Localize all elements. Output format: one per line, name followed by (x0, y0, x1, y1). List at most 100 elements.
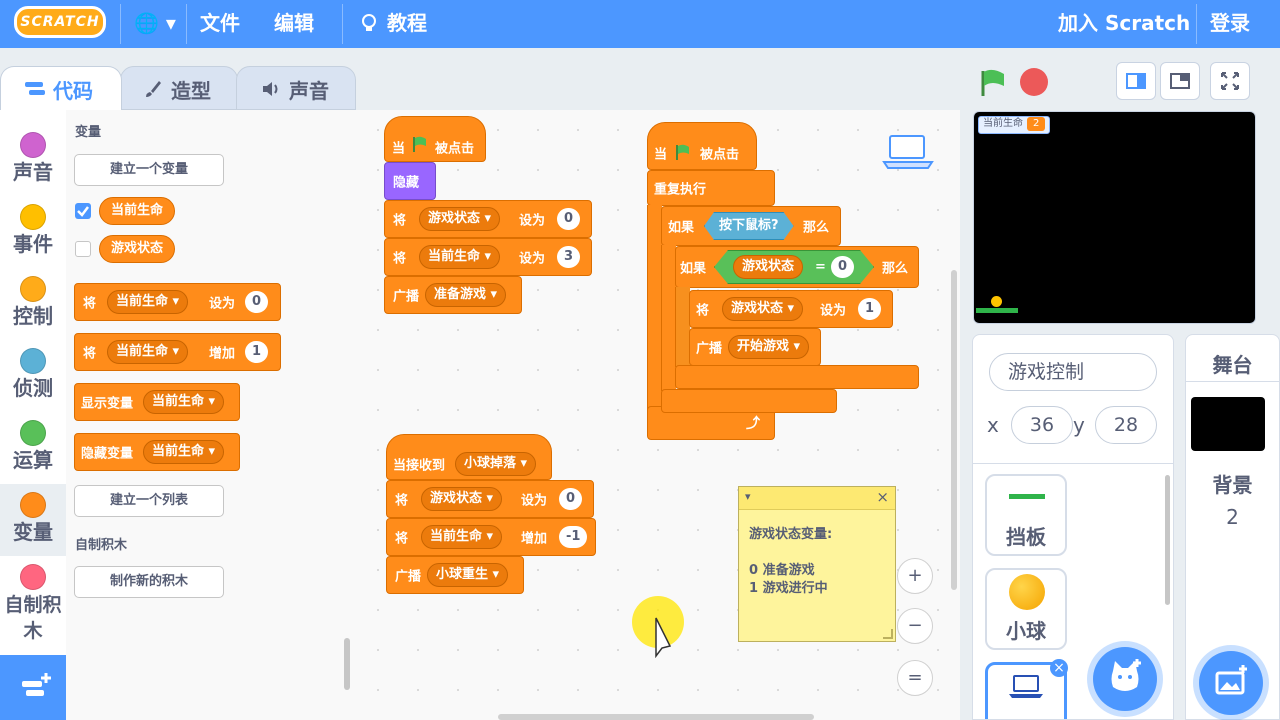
tab-sounds[interactable]: 声音 (236, 66, 356, 110)
small-stage-button[interactable] (1116, 62, 1156, 100)
sign-in-button[interactable]: 登录 (1210, 0, 1250, 48)
category-control[interactable]: 控制 (0, 276, 66, 328)
value-input[interactable]: -1 (559, 526, 588, 548)
sprite-tile-ball[interactable]: 小球 (985, 568, 1067, 650)
value-input[interactable]: 1 (245, 341, 269, 363)
stage-canvas[interactable]: 当前生命 2 (973, 111, 1256, 324)
set-variable-block[interactable]: 将 当前生命 ▾ 设为 0 (74, 283, 281, 321)
choose-backdrop-button[interactable] (1199, 651, 1263, 715)
game-state-reporter[interactable]: 游戏状态 (99, 235, 175, 263)
if-state-equals-block[interactable]: 如果 游戏状态 = 0 那么 (675, 246, 919, 288)
fullscreen-button[interactable] (1210, 62, 1250, 100)
lives-monitor-checkbox[interactable] (75, 203, 91, 219)
sprite-list-scrollbar[interactable] (1165, 475, 1170, 605)
state-monitor-checkbox[interactable] (75, 241, 91, 257)
make-block-button[interactable]: 制作新的积木 (74, 566, 224, 598)
edit-menu[interactable]: 编辑 (274, 0, 314, 48)
set-lives-block[interactable]: 将 当前生命 ▾ 设为 3 (384, 238, 592, 276)
zoom-in-button[interactable]: + (897, 558, 933, 594)
sprite-tile-paddle[interactable]: 挡板 (985, 474, 1067, 556)
tab-code[interactable]: 代码 (0, 66, 122, 110)
category-sound[interactable]: 声音 (0, 132, 66, 184)
change-variable-block[interactable]: 将 当前生命 ▾ 增加 1 (74, 333, 281, 371)
variable-dropdown[interactable]: 当前生命 ▾ (143, 440, 225, 464)
close-icon[interactable]: × (876, 488, 889, 506)
sprite-name-input[interactable]: 游戏控制 (989, 353, 1157, 391)
sprite-tile-game-control[interactable]: × 游戏 (985, 659, 1068, 719)
category-events[interactable]: 事件 (0, 204, 66, 256)
large-stage-button[interactable] (1160, 62, 1200, 100)
ball-sprite[interactable] (991, 296, 1002, 307)
green-flag-icon[interactable] (978, 68, 1008, 98)
category-sensing[interactable]: 侦测 (0, 348, 66, 400)
y-position-input[interactable]: 28 (1095, 406, 1157, 444)
lives-reporter[interactable]: 当前生命 (99, 197, 175, 225)
variable-dropdown[interactable]: 游戏状态 ▾ (419, 207, 501, 231)
if-mouse-down-block[interactable]: 如果 按下鼠标? 那么 (661, 206, 841, 246)
value-input[interactable]: 0 (245, 291, 269, 313)
extensions-button[interactable] (0, 655, 75, 720)
message-dropdown[interactable]: 开始游戏 ▾ (728, 335, 810, 359)
make-variable-button[interactable]: 建立一个变量 (74, 154, 224, 186)
when-flag-clicked-hat[interactable]: 当 被点击 (384, 116, 486, 162)
value-input[interactable]: 0 (559, 488, 583, 510)
variable-dropdown[interactable]: 当前生命 ▾ (107, 340, 189, 364)
equals-operator[interactable]: 游戏状态 = 0 (714, 250, 874, 284)
variable-dropdown[interactable]: 游戏状态 ▾ (722, 297, 804, 321)
tab-costumes[interactable]: 造型 (120, 66, 238, 110)
palette-scrollbar[interactable] (344, 638, 350, 690)
tutorials-menu[interactable]: 教程 (358, 0, 427, 48)
broadcast-respawn-block[interactable]: 广播 小球重生 ▾ (386, 556, 524, 594)
paddle-sprite[interactable] (976, 308, 1018, 313)
message-dropdown[interactable]: 小球掉落 ▾ (455, 452, 537, 476)
hide-block[interactable]: 隐藏 (384, 162, 436, 200)
language-menu[interactable]: 🌐 ▾ (134, 0, 176, 48)
make-list-button[interactable]: 建立一个列表 (74, 485, 224, 517)
value-input[interactable]: 0 (557, 208, 581, 230)
stage-selector-pane[interactable]: 舞台 背景 2 (1185, 334, 1280, 720)
lives-variable-monitor[interactable]: 当前生命 2 (978, 116, 1051, 134)
backdrop-thumbnail[interactable] (1191, 397, 1265, 451)
variable-dropdown[interactable]: 当前生命 ▾ (107, 290, 189, 314)
message-dropdown[interactable]: 准备游戏 ▾ (425, 283, 507, 307)
set-game-state-block[interactable]: 将 游戏状态 ▾ 设为 0 (386, 480, 594, 518)
value-input[interactable]: 3 (557, 246, 581, 268)
join-scratch-button[interactable]: 加入 Scratch (1058, 0, 1190, 48)
workspace-vertical-scrollbar[interactable] (951, 270, 957, 590)
value-input[interactable]: 0 (831, 256, 854, 278)
choose-sprite-button[interactable] (1093, 647, 1157, 711)
variable-dropdown[interactable]: 游戏状态 ▾ (421, 487, 503, 511)
show-variable-block[interactable]: 显示变量 当前生命 ▾ (74, 383, 240, 421)
when-flag-clicked-hat[interactable]: 当 被点击 (647, 122, 757, 170)
broadcast-ready-block[interactable]: 广播 准备游戏 ▾ (384, 276, 522, 314)
game-state-reporter[interactable]: 游戏状态 (733, 255, 803, 279)
comment-note[interactable]: ▾ × 游戏状态变量: 0 准备游戏 1 游戏进行中 (738, 486, 896, 642)
zoom-out-button[interactable]: − (897, 608, 933, 644)
category-variables[interactable]: 变量 (0, 484, 66, 556)
set-game-state-block[interactable]: 将 游戏状态 ▾ 设为 0 (384, 200, 592, 238)
zoom-reset-button[interactable]: = (897, 660, 933, 696)
broadcast-start-block[interactable]: 广播 开始游戏 ▾ (689, 328, 821, 366)
when-i-receive-hat[interactable]: 当接收到 小球掉落 ▾ (386, 434, 552, 480)
change-lives-block[interactable]: 将 当前生命 ▾ 增加 -1 (386, 518, 596, 556)
value-input[interactable]: 1 (858, 298, 882, 320)
forever-block[interactable]: 重复执行 (647, 170, 775, 206)
resize-handle[interactable] (883, 629, 893, 639)
scratch-logo[interactable]: SCRATCH (14, 6, 106, 38)
variable-dropdown[interactable]: 当前生命 ▾ (419, 245, 501, 269)
hide-variable-block[interactable]: 隐藏变量 当前生命 ▾ (74, 433, 240, 471)
variable-dropdown[interactable]: 当前生命 ▾ (421, 525, 503, 549)
set-game-state-block[interactable]: 将 游戏状态 ▾ 设为 1 (689, 290, 893, 328)
collapse-arrow-icon[interactable]: ▾ (745, 490, 751, 503)
category-my-blocks[interactable]: 自制积木 (0, 564, 66, 644)
message-dropdown[interactable]: 小球重生 ▾ (427, 563, 509, 587)
category-operators[interactable]: 运算 (0, 420, 66, 472)
stop-icon[interactable] (1020, 68, 1048, 96)
file-menu[interactable]: 文件 (200, 0, 240, 48)
delete-sprite-icon[interactable]: × (1050, 659, 1068, 677)
x-position-input[interactable]: 36 (1011, 406, 1073, 444)
category-label: 自制积木 (4, 594, 62, 642)
workspace-horizontal-scrollbar[interactable] (498, 714, 814, 720)
variable-dropdown[interactable]: 当前生命 ▾ (143, 390, 225, 414)
mouse-down-sensing[interactable]: 按下鼠标? (704, 212, 794, 240)
